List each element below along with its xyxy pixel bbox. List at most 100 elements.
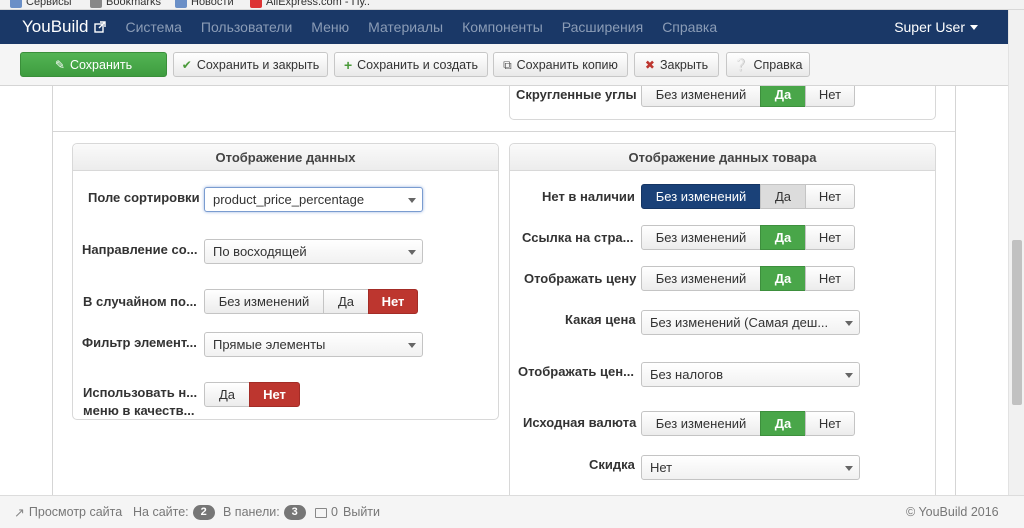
bookmark-item[interactable]: Сервисы xyxy=(10,0,72,9)
save-copy-button[interactable]: ⧉ Сохранить копию xyxy=(493,52,628,77)
status-badge: 2 xyxy=(192,505,215,520)
random-order-label: В случайном по... xyxy=(83,294,197,309)
panel-title: Отображение данных xyxy=(73,144,498,171)
copyright: © YouBuild 2016 xyxy=(906,505,999,519)
bookmarks-bar: Сервисы Bookmarks Новости AliExpress.com… xyxy=(0,0,1024,10)
option-no[interactable]: Нет xyxy=(805,411,855,436)
link-group: Без изменений Да Нет xyxy=(641,225,855,250)
option-no[interactable]: Нет xyxy=(249,382,300,407)
base-currency-group: Без изменений Да Нет xyxy=(641,411,855,436)
show-price-tax-label: Отображать цен... xyxy=(518,364,634,379)
save-new-button[interactable]: + Сохранить и создать xyxy=(334,52,488,77)
bookmark-item[interactable]: Новости xyxy=(175,0,234,9)
option-no-change[interactable]: Без изменений xyxy=(641,225,761,250)
direction-select[interactable]: По восходящей xyxy=(204,239,423,264)
section-divider xyxy=(52,131,956,132)
appearance-panel: Скругленные углы Без изменений Да Нет xyxy=(509,86,936,120)
out-of-stock-group: Без изменений Да Нет xyxy=(641,184,855,209)
dropdown-arrow-icon xyxy=(845,321,853,326)
menu-item-system[interactable]: Система xyxy=(116,10,191,44)
option-yes[interactable]: Да xyxy=(323,289,369,314)
plus-icon: + xyxy=(343,56,353,73)
sort-field-select[interactable]: product_price_percentage xyxy=(204,187,423,212)
messages-counter[interactable]: 0 xyxy=(315,496,338,528)
use-menu-label: Использовать н... меню в качеств... xyxy=(83,385,198,418)
show-price-group: Без изменений Да Нет xyxy=(641,266,855,291)
status-badge: 3 xyxy=(283,505,306,520)
menu-item-users[interactable]: Пользователи xyxy=(191,10,301,44)
option-yes[interactable]: Да xyxy=(760,184,806,209)
option-no-change[interactable]: Без изменений xyxy=(641,184,761,209)
main-menu: Система Пользователи Меню Материалы Комп… xyxy=(116,10,727,44)
option-yes[interactable]: Да xyxy=(760,411,806,436)
use-menu-group: Да Нет xyxy=(204,382,300,407)
which-price-select[interactable]: Без изменений (Самая деш... xyxy=(641,310,860,335)
caret-down-icon xyxy=(970,25,978,30)
user-menu[interactable]: Super User xyxy=(894,10,978,44)
dropdown-arrow-icon xyxy=(408,343,416,348)
direction-label: Направление со... xyxy=(82,242,198,257)
option-yes[interactable]: Да xyxy=(760,225,806,250)
option-no[interactable]: Нет xyxy=(805,225,855,250)
brand-link[interactable]: YouBuild xyxy=(22,17,106,37)
menu-item-help[interactable]: Справка xyxy=(653,10,727,44)
question-icon: ❔ xyxy=(733,57,749,72)
edit-icon: ✎ xyxy=(54,57,65,72)
news-icon xyxy=(175,0,187,8)
show-price-tax-select[interactable]: Без налогов xyxy=(641,362,860,387)
in-panel-counter: В панели: 3 xyxy=(223,496,306,528)
close-button[interactable]: ✖ Закрыть xyxy=(634,52,719,77)
check-icon: ✔ xyxy=(181,57,192,72)
sort-field-label: Поле сортировки xyxy=(88,190,200,205)
rounded-corners-group: Без изменений Да Нет xyxy=(641,86,855,107)
option-yes[interactable]: Да xyxy=(204,382,250,407)
menu-item-menus[interactable]: Меню xyxy=(302,10,359,44)
copy-icon: ⧉ xyxy=(503,57,512,72)
main-content: Скругленные углы Без изменений Да Нет От… xyxy=(0,86,1008,495)
base-currency-label: Исходная валюта xyxy=(523,415,637,430)
discount-select[interactable]: Нет xyxy=(641,455,860,480)
filter-label: Фильтр элемент... xyxy=(82,335,197,350)
help-button[interactable]: ❔ Справка xyxy=(726,52,810,77)
dropdown-arrow-icon xyxy=(408,250,416,255)
menu-item-content[interactable]: Материалы xyxy=(359,10,453,44)
option-no[interactable]: Нет xyxy=(805,266,855,291)
external-link-icon xyxy=(93,21,106,33)
scrollbar-thumb[interactable] xyxy=(1012,240,1022,405)
status-bar: ↗ Просмотр сайта На сайте: 2 В панели: 3 0 … xyxy=(0,495,1024,528)
rounded-corners-label: Скругленные углы xyxy=(516,87,637,102)
out-of-stock-label: Нет в наличии xyxy=(542,189,635,204)
dropdown-arrow-icon xyxy=(408,198,416,203)
logout-link[interactable]: Выйти xyxy=(343,496,380,528)
menu-item-extensions[interactable]: Расширения xyxy=(552,10,652,44)
option-yes[interactable]: Да xyxy=(760,86,806,107)
option-no-change[interactable]: Без изменений xyxy=(641,411,761,436)
show-price-label: Отображать цену xyxy=(524,271,637,286)
bookmark-item[interactable]: AliExpress.com - Пу.. xyxy=(250,0,370,9)
data-display-panel: Отображение данных Поле сортировки produ… xyxy=(72,143,499,420)
option-no[interactable]: Нет xyxy=(805,184,855,209)
option-no[interactable]: Нет xyxy=(368,289,418,314)
product-data-panel: Отображение данных товара Нет в наличии … xyxy=(509,143,936,495)
random-order-group: Без изменений Да Нет xyxy=(204,289,418,314)
discount-label: Скидка xyxy=(589,457,635,472)
preview-site-link[interactable]: ↗ Просмотр сайта xyxy=(14,496,122,528)
page-scrollbar[interactable] xyxy=(1008,10,1024,495)
bookmark-item[interactable]: Bookmarks xyxy=(90,0,161,9)
save-close-button[interactable]: ✔ Сохранить и закрыть xyxy=(173,52,328,77)
dropdown-arrow-icon xyxy=(845,466,853,471)
aliexpress-icon xyxy=(250,0,262,8)
save-button[interactable]: ✎ Сохранить xyxy=(20,52,167,77)
option-no-change[interactable]: Без изменений xyxy=(641,266,761,291)
option-no[interactable]: Нет xyxy=(805,86,855,107)
filter-select[interactable]: Прямые элементы xyxy=(204,332,423,357)
star-icon xyxy=(90,0,102,8)
menu-item-components[interactable]: Компоненты xyxy=(453,10,553,44)
external-link-icon: ↗ xyxy=(14,505,25,520)
envelope-icon xyxy=(315,507,327,518)
option-no-change[interactable]: Без изменений xyxy=(641,86,761,107)
option-no-change[interactable]: Без изменений xyxy=(204,289,324,314)
option-yes[interactable]: Да xyxy=(760,266,806,291)
dropdown-arrow-icon xyxy=(845,373,853,378)
close-circle-icon: ✖ xyxy=(644,57,655,72)
